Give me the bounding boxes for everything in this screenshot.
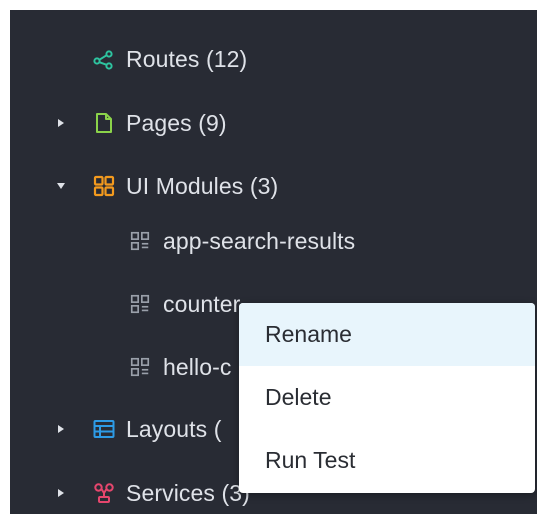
context-menu: Rename Delete Run Test	[239, 303, 535, 493]
tree-item-label: app-search-results	[163, 227, 356, 254]
tree-item-label: hello-c	[163, 353, 232, 380]
menu-item-delete[interactable]: Delete	[239, 366, 535, 429]
caret-right-icon[interactable]	[54, 422, 68, 436]
page-file-icon	[92, 111, 116, 135]
grid-modules-icon	[92, 174, 116, 198]
caret-down-icon[interactable]	[54, 179, 68, 193]
tree-item-pages[interactable]: Pages (9)	[10, 103, 537, 143]
module-grid-icon	[128, 229, 152, 253]
caret-right-icon[interactable]	[54, 116, 68, 130]
tree-item-label: Pages (9)	[126, 109, 227, 136]
tree-item-ui-modules[interactable]: UI Modules (3)	[10, 166, 537, 206]
menu-item-label: Delete	[265, 384, 332, 410]
caret-right-icon[interactable]	[54, 486, 68, 500]
tree-item-label: UI Modules (3)	[126, 172, 279, 199]
tree-item-label: Routes (12)	[126, 45, 248, 72]
menu-item-rename[interactable]: Rename	[239, 303, 535, 366]
tree-item-label: counter	[163, 290, 241, 317]
module-grid-icon	[128, 292, 152, 316]
module-grid-icon	[128, 355, 152, 379]
routes-share-icon	[92, 47, 116, 71]
layout-icon	[92, 417, 116, 441]
tree-item-module[interactable]: app-search-results	[10, 221, 537, 261]
tree-item-label: Layouts (	[126, 415, 222, 442]
project-tree-panel: Routes (12) Pages (9) UI Modules (3) app…	[10, 10, 537, 514]
menu-item-label: Rename	[265, 321, 352, 347]
menu-item-run-test[interactable]: Run Test	[239, 429, 535, 492]
menu-item-label: Run Test	[265, 447, 356, 473]
tree-item-routes[interactable]: Routes (12)	[10, 39, 537, 79]
services-icon	[92, 481, 116, 505]
tree-item-label: Services (3)	[126, 479, 250, 506]
